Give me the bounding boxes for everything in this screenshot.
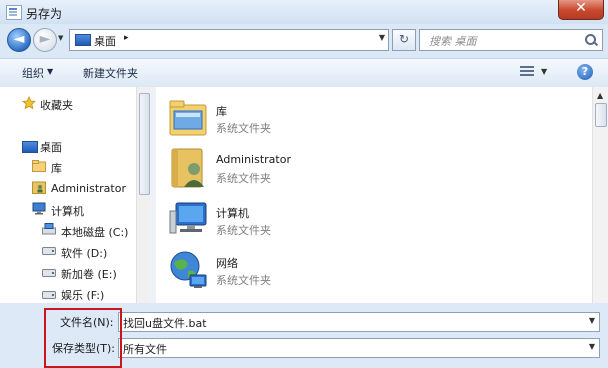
file-name: Administrator [216, 153, 291, 166]
list-item[interactable]: 计算机 系统文件夹 [156, 197, 456, 241]
annotation-highlight-box [44, 308, 122, 368]
drive-icon [42, 247, 56, 255]
address-separator[interactable]: ▸ [124, 33, 129, 43]
refresh-button[interactable]: ↻ [392, 29, 416, 51]
filetype-select[interactable]: 所有文件 ▼ [118, 338, 600, 358]
file-list-scroll-thumb[interactable] [595, 103, 607, 127]
nav-computer[interactable]: 计算机 [51, 203, 84, 219]
star-icon [22, 96, 36, 110]
filetype-dropdown-icon[interactable]: ▼ [589, 342, 595, 351]
nav-drive-c[interactable]: 本地磁盘 (C:) [61, 224, 128, 240]
view-options-icon[interactable] [520, 66, 534, 78]
search-icon[interactable] [585, 34, 596, 45]
file-type: 系统文件夹 [216, 224, 271, 237]
view-dropdown-icon[interactable]: ▼ [541, 67, 547, 76]
computer-icon [169, 202, 207, 234]
file-list-scrollbar[interactable]: ▲ [592, 87, 608, 303]
user-folder-icon [32, 181, 46, 194]
address-location[interactable]: 桌面 [94, 33, 116, 49]
list-item[interactable]: 网络 系统文件夹 [156, 247, 456, 291]
nav-user-folder[interactable]: Administrator [51, 182, 126, 195]
new-folder-button[interactable]: 新建文件夹 [83, 65, 138, 81]
drive-icon [42, 223, 56, 235]
network-icon [170, 251, 207, 288]
search-input[interactable]: 搜索 桌面 [419, 29, 603, 51]
address-bar[interactable]: 桌面 ▸ ▼ [69, 29, 389, 51]
file-name: 网络 [216, 257, 238, 270]
window-icon [6, 5, 22, 20]
desktop-icon [22, 141, 38, 153]
file-type: 系统文件夹 [216, 122, 271, 135]
drive-icon [42, 291, 56, 299]
library-icon [32, 160, 46, 172]
nav-pane-scrollbar[interactable] [136, 87, 151, 303]
title-bar: 另存为 ✕ [0, 0, 608, 24]
navigation-pane: 收藏夹 桌面 库 Administrator 计算机 本地磁盘 (C:) 软件 … [0, 87, 150, 303]
filename-dropdown-icon[interactable]: ▼ [589, 316, 595, 325]
nav-drive-d[interactable]: 软件 (D:) [61, 245, 107, 261]
nav-drive-e[interactable]: 新加卷 (E:) [61, 266, 117, 282]
nav-pane-scroll-thumb[interactable] [139, 93, 150, 195]
file-name: 计算机 [216, 207, 249, 220]
user-folder-icon [171, 148, 204, 188]
organize-dropdown-icon[interactable]: ▼ [47, 67, 53, 76]
file-type: 系统文件夹 [216, 274, 271, 287]
organize-button[interactable]: 组织 [22, 65, 44, 81]
scroll-up-icon[interactable]: ▲ [597, 91, 603, 100]
navigation-bar: ◄ ► ▼ 桌面 ▸ ▼ ↻ 搜索 桌面 [0, 24, 608, 56]
command-toolbar: 组织 ▼ 新建文件夹 ▼ ? [0, 58, 608, 88]
list-item[interactable]: Administrator 系统文件夹 [156, 145, 456, 189]
filetype-value[interactable]: 所有文件 [123, 341, 167, 357]
search-placeholder: 搜索 桌面 [429, 35, 477, 48]
library-icon [169, 100, 207, 136]
nav-drive-f[interactable]: 娱乐 (F:) [61, 287, 104, 303]
filename-field[interactable]: 找回u盘文件.bat ▼ [118, 312, 600, 332]
desktop-icon [75, 34, 91, 46]
help-button[interactable]: ? [577, 64, 593, 80]
file-list: 库 系统文件夹 Administrator 系统文件夹 计算机 系统文件夹 网络… [156, 87, 592, 303]
list-item[interactable]: 库 系统文件夹 [156, 95, 456, 139]
computer-icon [32, 202, 46, 215]
file-type: 系统文件夹 [216, 172, 271, 185]
save-as-dialog: 另存为 ✕ ◄ ► ▼ 桌面 ▸ ▼ ↻ 搜索 桌面 组织 ▼ 新建文件夹 ▼ … [0, 0, 608, 368]
address-dropdown[interactable]: ▼ [379, 33, 385, 42]
close-button[interactable]: ✕ [558, 0, 604, 20]
drive-icon [42, 269, 56, 277]
back-button[interactable]: ◄ [7, 28, 31, 52]
window-title: 另存为 [26, 7, 63, 21]
nav-favorites[interactable]: 收藏夹 [40, 97, 73, 113]
nav-desktop[interactable]: 桌面 [40, 139, 62, 155]
forward-button[interactable]: ► [33, 28, 57, 52]
filename-value[interactable]: 找回u盘文件.bat [123, 315, 207, 331]
nav-libraries[interactable]: 库 [51, 160, 62, 176]
recent-pages-dropdown[interactable]: ▼ [58, 34, 66, 44]
file-name: 库 [216, 105, 227, 118]
